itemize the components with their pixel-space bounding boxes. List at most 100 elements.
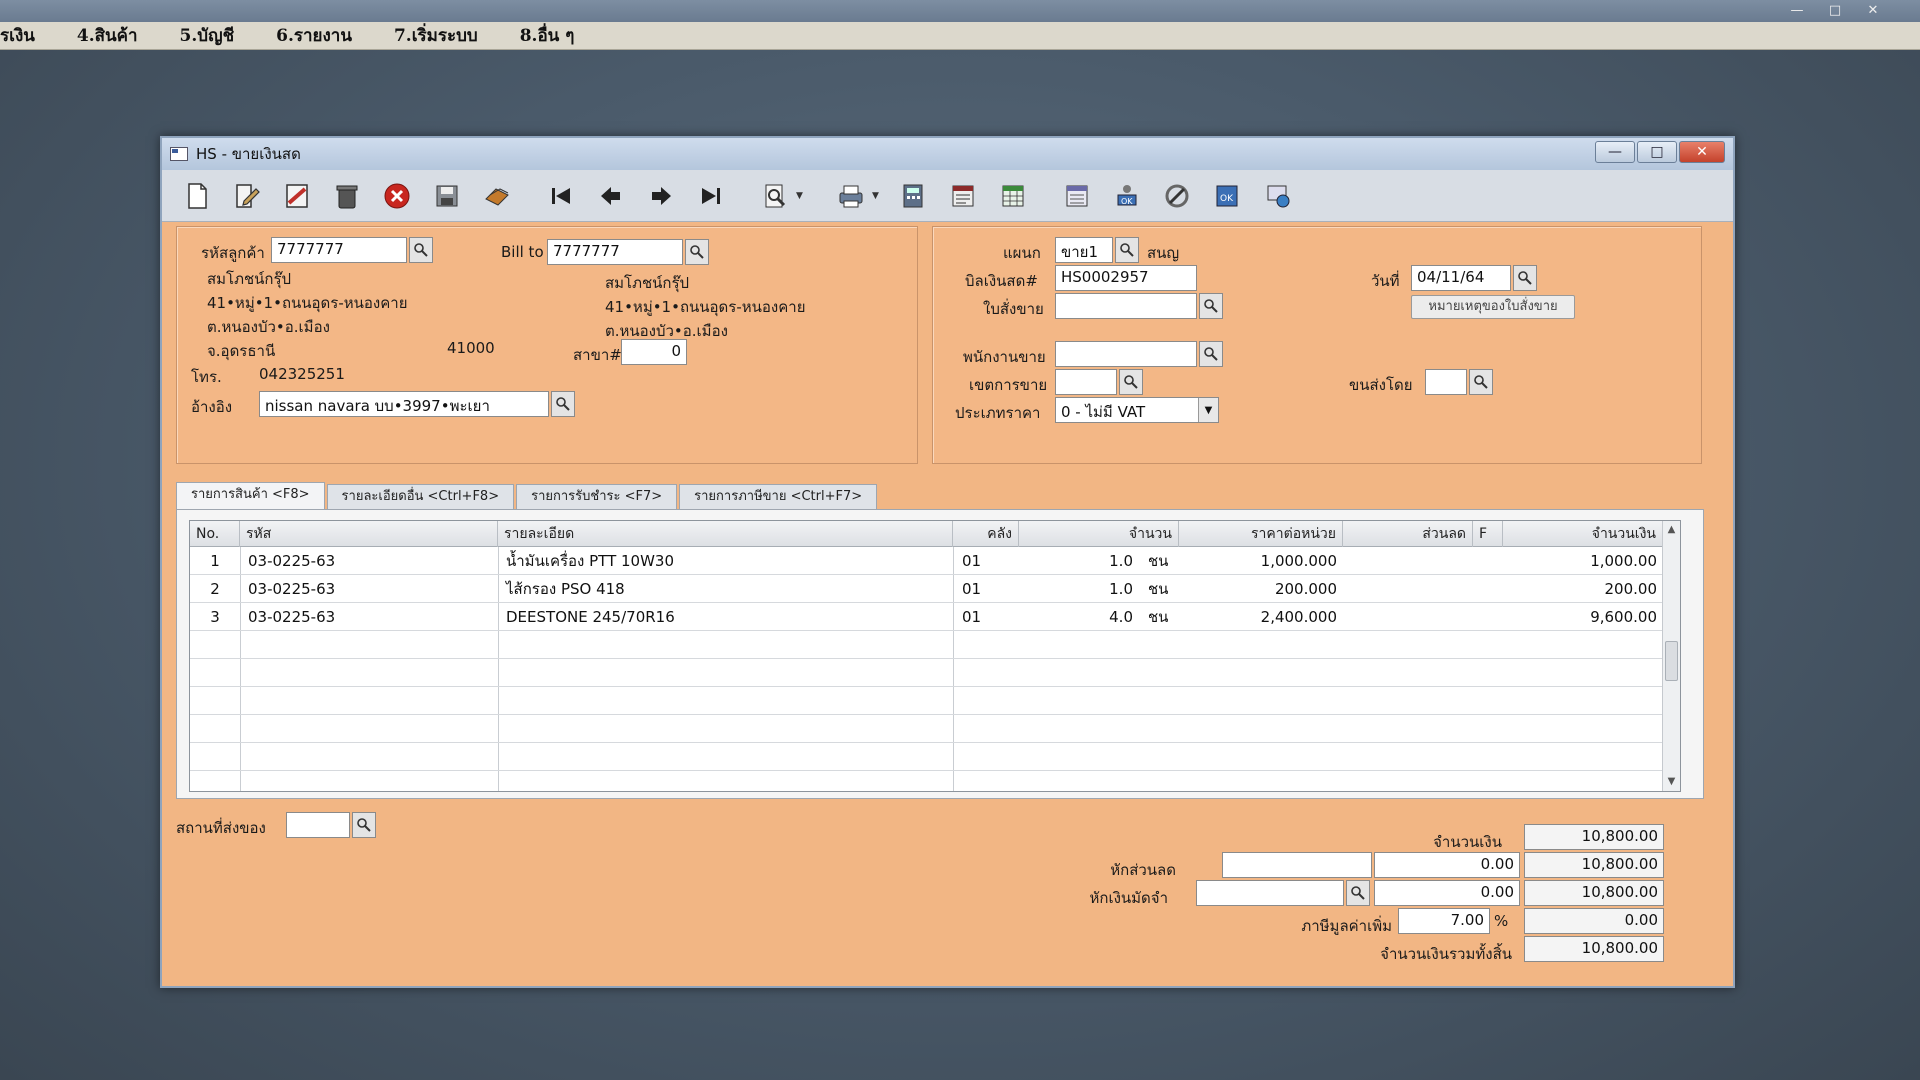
ship-by-field[interactable]	[1425, 369, 1467, 395]
customer-code-field[interactable]: 7777777	[271, 237, 407, 263]
bill-to-lookup-button[interactable]	[685, 239, 709, 265]
department-lookup-button[interactable]	[1115, 237, 1139, 263]
last-record-icon[interactable]	[688, 174, 734, 218]
sales-order-label: ใบสั่งขาย	[983, 300, 1044, 318]
menu-item-reports[interactable]: 6.รายงาน	[276, 22, 352, 49]
bill-to-code-field[interactable]: 7777777	[547, 239, 683, 265]
deposit-lookup-button[interactable]	[1346, 880, 1370, 906]
ship-place-field[interactable]	[286, 812, 350, 838]
salesperson-lookup-button[interactable]	[1199, 341, 1223, 367]
scroll-thumb[interactable]	[1665, 641, 1678, 681]
table-row[interactable]: 3 03-0225-63 DEESTONE 245/70R16 01 4.0 ช…	[190, 603, 1680, 631]
col-header-warehouse[interactable]: คลัง	[953, 521, 1019, 547]
print-icon[interactable]	[828, 174, 874, 218]
customer-address-line3: จ.อุดรธานี	[207, 342, 276, 360]
new-document-icon[interactable]	[174, 174, 220, 218]
app-maximize-icon[interactable]: □	[1818, 2, 1852, 20]
menu-item-cash[interactable]: รเงิน	[0, 22, 35, 49]
search-document-icon[interactable]	[752, 174, 798, 218]
empty-row[interactable]	[190, 631, 1680, 659]
col-header-amount[interactable]: จำนวนเงิน	[1503, 521, 1663, 547]
tab-other-details[interactable]: รายละเอียดอื่น <Ctrl+F8>	[326, 484, 515, 510]
first-record-icon[interactable]	[538, 174, 584, 218]
ship-place-lookup-button[interactable]	[352, 812, 376, 838]
vat-rate-field[interactable]: 7.00	[1398, 908, 1490, 934]
void-document-icon[interactable]	[274, 174, 320, 218]
branch-field[interactable]: 0	[621, 339, 687, 365]
department-field[interactable]: ขาย1	[1055, 237, 1113, 263]
sales-order-field[interactable]	[1055, 293, 1197, 319]
empty-row[interactable]	[190, 659, 1680, 687]
col-header-description[interactable]: รายละเอียด	[498, 521, 953, 547]
bill-number-field[interactable]: HS0002957	[1055, 265, 1197, 291]
menu-item-accounts[interactable]: 5.บัญชี	[180, 22, 235, 49]
save-icon[interactable]	[424, 174, 470, 218]
scroll-down-icon[interactable]: ▼	[1663, 773, 1680, 791]
excel-export-icon[interactable]	[1054, 174, 1100, 218]
copy-document-icon[interactable]	[474, 174, 520, 218]
print-dropdown-icon[interactable]: ▼	[872, 191, 884, 201]
menu-item-products[interactable]: 4.สินค้า	[77, 22, 138, 49]
window-maximize-button[interactable]: □	[1637, 141, 1677, 163]
menu-item-setup[interactable]: 7.เริ่มระบบ	[394, 22, 478, 49]
edit-icon[interactable]	[224, 174, 270, 218]
search-dropdown-icon[interactable]: ▼	[796, 191, 808, 201]
search-icon	[556, 397, 570, 411]
chevron-down-icon[interactable]: ▼	[1198, 398, 1218, 422]
table-row[interactable]: 1 03-0225-63 น้ำมันเครื่อง PTT 10W30 01 …	[190, 547, 1680, 575]
row-unit-price: 200.000	[1274, 580, 1337, 598]
customer-lookup-button[interactable]	[409, 237, 433, 263]
col-header-discount[interactable]: ส่วนลด	[1343, 521, 1473, 547]
cancel-icon[interactable]	[374, 174, 420, 218]
col-header-no[interactable]: No.	[190, 521, 240, 547]
grid-scrollbar[interactable]: ▲ ▼	[1662, 521, 1680, 791]
next-record-icon[interactable]	[638, 174, 684, 218]
row-quantity: 1.0	[1109, 552, 1133, 570]
col-header-unit-price[interactable]: ราคาต่อหน่วย	[1179, 521, 1343, 547]
window-close-button[interactable]: ✕	[1679, 141, 1725, 163]
row-no: 2	[210, 580, 220, 598]
empty-row[interactable]	[190, 743, 1680, 771]
window-minimize-button[interactable]: —	[1595, 141, 1635, 163]
col-header-code[interactable]: รหัส	[240, 521, 498, 547]
discount-input[interactable]	[1222, 852, 1372, 878]
svg-text:OK: OK	[1220, 194, 1234, 204]
scroll-up-icon[interactable]: ▲	[1663, 521, 1680, 539]
trash-icon[interactable]	[324, 174, 370, 218]
spreadsheet-icon[interactable]	[990, 174, 1036, 218]
app-minimize-icon[interactable]: —	[1780, 2, 1814, 20]
date-field[interactable]: 04/11/64	[1411, 265, 1511, 291]
date-picker-button[interactable]	[1513, 265, 1537, 291]
app-close-icon[interactable]: ✕	[1856, 2, 1890, 20]
tab-sales-tax[interactable]: รายการภาษีขาย <Ctrl+F7>	[679, 484, 878, 510]
tab-items[interactable]: รายการสินค้า <F8>	[176, 482, 325, 510]
network-icon[interactable]	[1254, 174, 1300, 218]
col-header-quantity[interactable]: จำนวน	[1019, 521, 1179, 547]
sales-area-field[interactable]	[1055, 369, 1117, 395]
row-quantity: 4.0	[1109, 608, 1133, 626]
previous-record-icon[interactable]	[588, 174, 634, 218]
tools-icon[interactable]	[1154, 174, 1200, 218]
col-header-f[interactable]: F	[1473, 521, 1503, 547]
reference-lookup-button[interactable]	[551, 391, 575, 417]
approve-icon[interactable]: OK	[1104, 174, 1150, 218]
customer-address-line1: 41•หมู่•1•ถนนอุดร-หนองคาย	[207, 294, 408, 312]
cash-sale-window: HS - ขายเงินสด — □ ✕ ▼ ▼ OK OK รหัสลูกค้…	[160, 136, 1735, 988]
empty-row[interactable]	[190, 687, 1680, 715]
report-icon[interactable]	[940, 174, 986, 218]
menu-item-other[interactable]: 8.อื่น ๆ	[520, 22, 575, 49]
empty-row[interactable]	[190, 715, 1680, 743]
reference-field[interactable]: nissan navara บบ•3997•พะเยา	[259, 391, 549, 417]
table-row[interactable]: 2 03-0225-63 ไส้กรอง PSO 418 01 1.0 ชน 2…	[190, 575, 1680, 603]
sales-order-lookup-button[interactable]	[1199, 293, 1223, 319]
sales-order-note-button[interactable]: หมายเหตุของใบสั่งขาย	[1411, 295, 1575, 319]
deposit-input[interactable]	[1196, 880, 1344, 906]
tab-payments[interactable]: รายการรับชำระ <F7>	[516, 484, 678, 510]
window-titlebar[interactable]: HS - ขายเงินสด — □ ✕	[162, 138, 1733, 170]
sales-area-lookup-button[interactable]	[1119, 369, 1143, 395]
salesperson-field[interactable]	[1055, 341, 1197, 367]
ship-by-lookup-button[interactable]	[1469, 369, 1493, 395]
price-type-select[interactable]: 0 - ไม่มี VAT ▼	[1055, 397, 1219, 423]
confirm-icon[interactable]: OK	[1204, 174, 1250, 218]
calculator-icon[interactable]	[890, 174, 936, 218]
